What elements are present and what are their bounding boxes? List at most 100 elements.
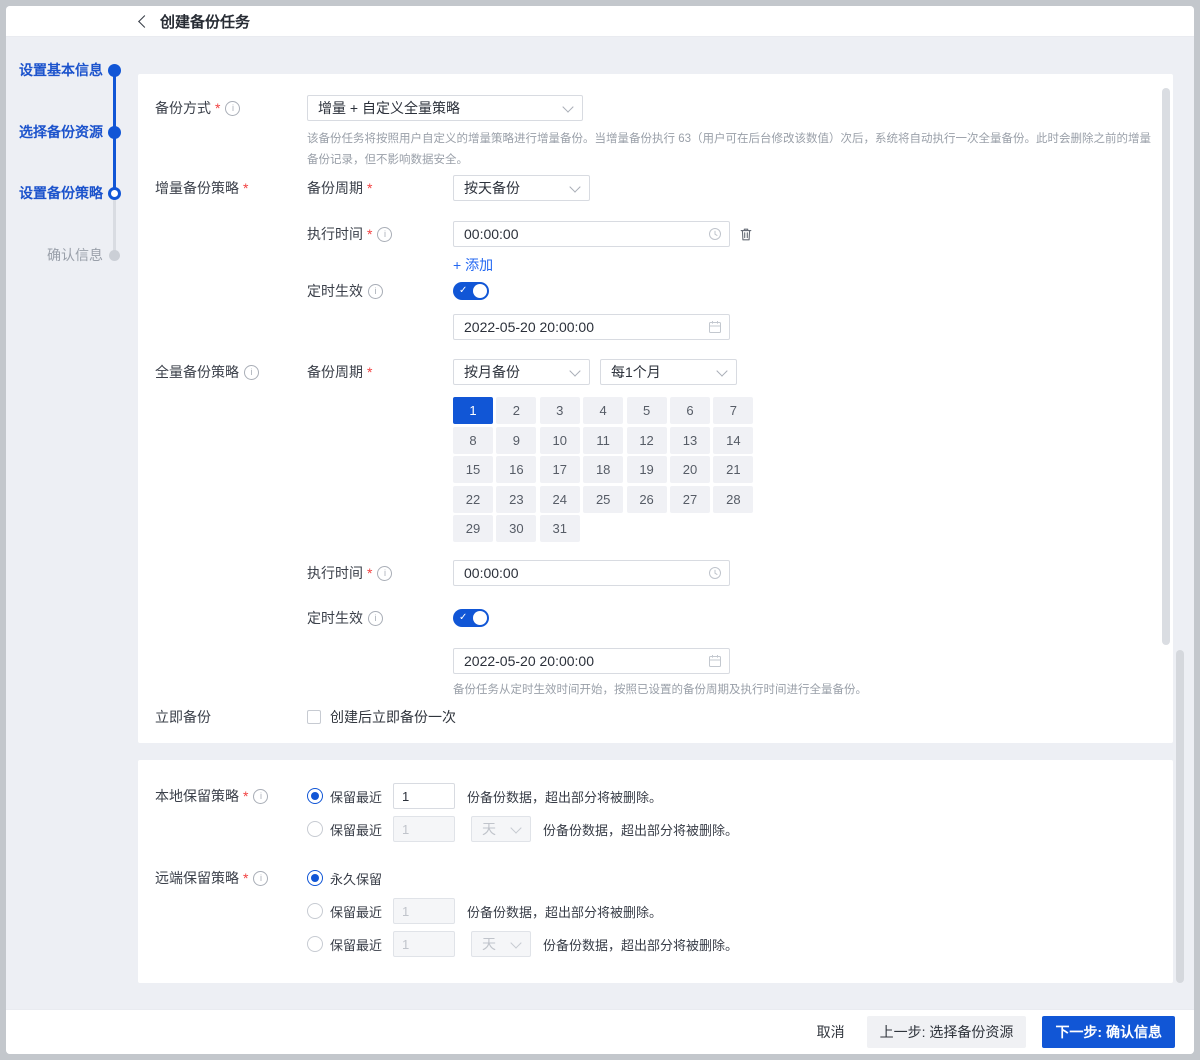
calendar-day-1[interactable]: 1: [453, 397, 493, 424]
keep-recent-label: 保留最近: [330, 935, 382, 954]
card-scrollbar-thumb[interactable]: [1162, 88, 1170, 645]
incremental-time-input[interactable]: [453, 221, 730, 247]
calendar-day-5[interactable]: 5: [627, 397, 667, 424]
next-step-button[interactable]: 下一步: 确认信息: [1042, 1016, 1175, 1048]
calendar-day-11[interactable]: 11: [583, 427, 623, 454]
prev-step-button[interactable]: 上一步: 选择备份资源: [867, 1016, 1027, 1048]
full-policy-row: 全量备份策略 备份周期 按月备份 每1个月: [155, 359, 1153, 699]
calendar-day-25[interactable]: 25: [583, 486, 623, 513]
radio-selected-icon[interactable]: [307, 788, 323, 804]
local-keep-days-count-input: [393, 816, 455, 842]
incremental-schedule-toggle[interactable]: [453, 282, 489, 300]
calendar-day-14[interactable]: 14: [713, 427, 753, 454]
calendar-day-31[interactable]: 31: [540, 515, 580, 542]
full-schedule-label: 定时生效: [307, 609, 363, 627]
info-icon[interactable]: [253, 871, 268, 886]
backup-policy-card: 备份方式 增量 + 自定义全量策略 该备份任务将按照用户自定义的增量策略进行增量…: [138, 74, 1173, 743]
incremental-schedule-row: 定时生效: [307, 282, 753, 300]
calendar-day-12[interactable]: 12: [627, 427, 667, 454]
immediate-backup-row: 立即备份 创建后立即备份一次: [155, 708, 1153, 726]
calendar-day-26[interactable]: 26: [627, 486, 667, 513]
full-schedule-toggle[interactable]: [453, 609, 489, 627]
full-cycle-label-wrap: 备份周期: [307, 359, 453, 385]
incremental-schedule-date-input[interactable]: [453, 314, 730, 340]
calendar-day-19[interactable]: 19: [627, 456, 667, 483]
full-policy-label-wrap: 全量备份策略: [155, 359, 307, 385]
calendar-day-7[interactable]: 7: [713, 397, 753, 424]
full-interval-select[interactable]: 每1个月: [600, 359, 737, 385]
full-time-input[interactable]: [453, 560, 730, 586]
incremental-schedule-label: 定时生效: [307, 282, 363, 300]
step-set-basic-info[interactable]: 设置基本信息: [6, 60, 103, 80]
calendar-day-17[interactable]: 17: [540, 456, 580, 483]
back-icon[interactable]: [138, 15, 151, 28]
calendar-icon: [708, 654, 722, 668]
local-keep-count-input[interactable]: [393, 783, 455, 809]
full-schedule-date-input[interactable]: [453, 648, 730, 674]
calendar-day-23[interactable]: 23: [496, 486, 536, 513]
step-select-backup-resource[interactable]: 选择备份资源: [6, 122, 103, 142]
radio-selected-icon[interactable]: [307, 870, 323, 886]
calendar-day-20[interactable]: 20: [670, 456, 710, 483]
cancel-button[interactable]: 取消: [807, 1016, 855, 1048]
remote-retention-label-wrap: 远端保留策略: [155, 865, 307, 891]
add-time-link[interactable]: + 添加: [453, 256, 493, 274]
calendar-day-24[interactable]: 24: [540, 486, 580, 513]
incremental-policy-row: 增量备份策略 备份周期 按天备份 执行时间: [155, 175, 1153, 340]
calendar-day-29[interactable]: 29: [453, 515, 493, 542]
immediate-backup-checkbox[interactable]: [307, 710, 321, 724]
calendar-day-8[interactable]: 8: [453, 427, 493, 454]
info-icon[interactable]: [253, 789, 268, 804]
radio-icon[interactable]: [307, 903, 323, 919]
calendar-day-16[interactable]: 16: [496, 456, 536, 483]
calendar-day-21[interactable]: 21: [713, 456, 753, 483]
local-retention-option-1: 保留最近 份备份数据，超出部分将被删除。: [307, 783, 738, 809]
backup-method-select[interactable]: 增量 + 自定义全量策略: [307, 95, 583, 121]
full-policy-content: 备份周期 按月备份 每1个月 1234567891011121314151617…: [307, 359, 867, 699]
info-icon[interactable]: [225, 101, 240, 116]
delete-time-button[interactable]: [739, 227, 753, 242]
radio-icon[interactable]: [307, 936, 323, 952]
calendar-grid: 1234567891011121314151617181920212223242…: [453, 397, 867, 542]
calendar-day-10[interactable]: 10: [540, 427, 580, 454]
toggle-knob: [473, 284, 487, 298]
remote-retention-option-2: 保留最近 份备份数据，超出部分将被删除。: [307, 898, 738, 924]
info-icon[interactable]: [377, 566, 392, 581]
calendar-day-4[interactable]: 4: [583, 397, 623, 424]
calendar-day-22[interactable]: 22: [453, 486, 493, 513]
clock-icon: [708, 566, 722, 580]
calendar-day-28[interactable]: 28: [713, 486, 753, 513]
remote-keep-unit-select: 天: [471, 931, 531, 957]
calendar-day-18[interactable]: 18: [583, 456, 623, 483]
unit-value: 天: [482, 819, 496, 839]
radio-icon[interactable]: [307, 821, 323, 837]
info-icon[interactable]: [368, 611, 383, 626]
incremental-time-row: 执行时间: [307, 221, 753, 247]
toggle-knob: [473, 611, 487, 625]
retention-policy-card: 本地保留策略 保留最近 份备份数据，超出部分将被删除。 保留最近: [138, 760, 1173, 983]
incremental-cycle-select[interactable]: 按天备份: [453, 175, 590, 201]
calendar-day-13[interactable]: 13: [670, 427, 710, 454]
calendar-day-30[interactable]: 30: [496, 515, 536, 542]
full-schedule-help: 备份任务从定时生效时间开始，按照已设置的备份周期及执行时间进行全量备份。: [453, 681, 867, 699]
page-scrollbar-thumb[interactable]: [1176, 650, 1184, 983]
info-icon[interactable]: [377, 227, 392, 242]
info-icon[interactable]: [368, 284, 383, 299]
calendar-day-27[interactable]: 27: [670, 486, 710, 513]
remote-retention-row: 远端保留策略 永久保留 保留最近 份备份数据，超出部分将被删除。: [155, 865, 1153, 964]
full-cycle-select[interactable]: 按月备份: [453, 359, 590, 385]
calendar-day-15[interactable]: 15: [453, 456, 493, 483]
backup-method-label-wrap: 备份方式: [155, 95, 307, 121]
immediate-backup-checkbox-row: 创建后立即备份一次: [307, 708, 456, 726]
step-confirm-info[interactable]: 确认信息: [6, 245, 103, 265]
calendar-day-3[interactable]: 3: [540, 397, 580, 424]
calendar-day-9[interactable]: 9: [496, 427, 536, 454]
step-set-backup-policy[interactable]: 设置备份策略: [6, 183, 103, 203]
info-icon[interactable]: [244, 365, 259, 380]
chevron-down-icon: [510, 937, 521, 948]
calendar-day-6[interactable]: 6: [670, 397, 710, 424]
calendar-day-2[interactable]: 2: [496, 397, 536, 424]
keep-recent-label: 保留最近: [330, 787, 382, 806]
remote-keep-count-input: [393, 898, 455, 924]
local-retention-option-2: 保留最近 天 份备份数据，超出部分将被删除。: [307, 816, 738, 842]
